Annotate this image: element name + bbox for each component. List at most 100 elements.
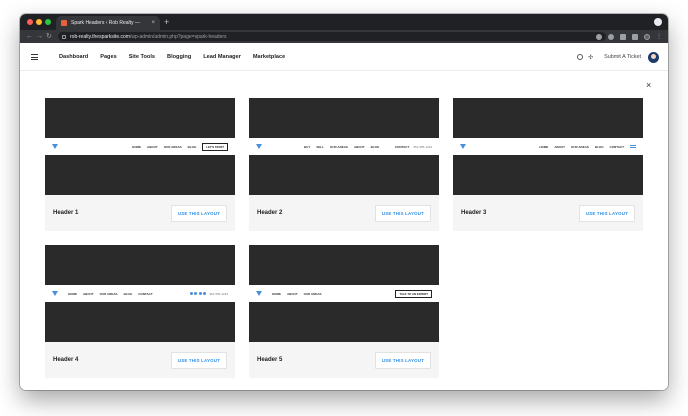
use-layout-button[interactable]: USE THIS LAYOUT bbox=[374, 351, 431, 369]
menu-item-pages[interactable]: Pages bbox=[100, 54, 116, 60]
use-layout-button[interactable]: USE THIS LAYOUT bbox=[170, 204, 227, 222]
logo-icon bbox=[460, 144, 466, 149]
preview-cta: LET'S START bbox=[202, 142, 228, 151]
preview-menu: BUY SELL OUR AREAS ABOUT BLOG bbox=[304, 145, 379, 149]
card-title: Header 3 bbox=[461, 210, 487, 216]
preview-menu-item: SELL bbox=[316, 144, 325, 149]
card-footer: Header 5 USE THIS LAYOUT bbox=[249, 342, 439, 378]
reload-icon[interactable]: ↻ bbox=[46, 32, 52, 41]
layout-preview: BUY SELL OUR AREAS ABOUT BLOG CONTACT 95… bbox=[249, 98, 439, 195]
tab-close-icon[interactable]: × bbox=[151, 20, 155, 26]
preview-menu-item: CONTACT bbox=[609, 144, 624, 149]
use-layout-button[interactable]: USE THIS LAYOUT bbox=[170, 351, 227, 369]
new-tab-button[interactable]: + bbox=[164, 16, 169, 28]
admin-top-nav: Dashboard Pages Site Tools Blogging Lead… bbox=[20, 43, 668, 71]
card-title: Header 4 bbox=[53, 357, 79, 363]
social-icon bbox=[189, 292, 193, 295]
hamburger-icon bbox=[630, 145, 636, 148]
menu-item-marketplace[interactable]: Marketplace bbox=[253, 54, 285, 60]
puzzle-icon[interactable] bbox=[632, 33, 638, 40]
tab-title: Spark Headers ‹ Rob Realty — bbox=[71, 20, 140, 26]
minimize-window-button[interactable] bbox=[36, 19, 42, 25]
card-footer: Header 1 USE THIS LAYOUT bbox=[45, 195, 235, 231]
card-footer: Header 2 USE THIS LAYOUT bbox=[249, 195, 439, 231]
preview-menu-item: HOME bbox=[68, 291, 77, 296]
forward-arrow-icon[interactable]: → bbox=[36, 32, 43, 41]
preview-menu-item: OUR AREAS bbox=[303, 291, 322, 296]
header-preview-strip: BUY SELL OUR AREAS ABOUT BLOG CONTACT 95… bbox=[249, 138, 439, 155]
preview-menu-item: CONTACT bbox=[394, 144, 410, 149]
close-icon[interactable]: × bbox=[646, 80, 651, 90]
preview-menu-item: BLOG bbox=[594, 144, 604, 149]
submit-ticket-link[interactable]: Submit A Ticket bbox=[604, 54, 641, 60]
globe-icon[interactable] bbox=[577, 54, 584, 60]
menu-item-dashboard[interactable]: Dashboard bbox=[59, 54, 88, 60]
logo-icon bbox=[256, 291, 262, 296]
close-window-button[interactable] bbox=[27, 19, 33, 25]
lock-icon bbox=[62, 34, 66, 39]
logo-icon bbox=[52, 291, 58, 296]
extension-icon[interactable] bbox=[608, 33, 614, 40]
preview-menu-item: BLOG bbox=[370, 144, 380, 149]
preview-menu-item: ABOUT bbox=[287, 291, 298, 296]
back-arrow-icon[interactable]: ← bbox=[26, 32, 33, 41]
preview-menu: HOME ABOUT OUR AREAS BLOG CONTACT bbox=[539, 145, 636, 149]
preview-menu-item: BLOG bbox=[123, 291, 133, 296]
bookmark-star-icon[interactable] bbox=[596, 33, 602, 40]
menu-item-lead-manager[interactable]: Lead Manager bbox=[203, 54, 241, 60]
preview-menu-item: ABOUT bbox=[554, 144, 565, 149]
logo-icon bbox=[256, 144, 262, 149]
preview-menu-item: BUY bbox=[304, 144, 311, 149]
layout-card-header-2: BUY SELL OUR AREAS ABOUT BLOG CONTACT 95… bbox=[249, 98, 439, 231]
layout-preview: HOME ABOUT OUR AREAS TALK TO AN EXPERT bbox=[249, 245, 439, 342]
preview-menu: HOME ABOUT OUR AREAS bbox=[272, 292, 322, 296]
card-title: Header 2 bbox=[257, 210, 283, 216]
maximize-window-button[interactable] bbox=[45, 19, 51, 25]
menu-item-blogging[interactable]: Blogging bbox=[167, 54, 191, 60]
menu-item-site-tools[interactable]: Site Tools bbox=[129, 54, 155, 60]
preview-menu-item: HOME bbox=[272, 291, 281, 296]
preview-menu-item: HOME bbox=[539, 144, 549, 149]
site-favicon-icon bbox=[61, 20, 67, 26]
browser-toolbar: ← → ↻ rob-realty.thesparksite.com/wp-adm… bbox=[20, 30, 668, 43]
card-footer: Header 3 USE THIS LAYOUT bbox=[453, 195, 643, 231]
browser-tab[interactable]: Spark Headers ‹ Rob Realty — × bbox=[56, 16, 160, 30]
header-preview-strip: HOME ABOUT OUR AREAS TALK TO AN EXPERT bbox=[249, 285, 439, 302]
preview-menu-item: OUR AREAS bbox=[570, 144, 589, 149]
header-preview-strip: HOME ABOUT OUR AREAS BLOG CONTACT bbox=[45, 285, 235, 302]
logo-icon bbox=[52, 144, 58, 149]
browser-menu-icon[interactable]: ⋮ bbox=[656, 33, 662, 40]
preview-menu-item: ABOUT bbox=[147, 144, 158, 149]
layout-card-header-1: HOME ABOUT OUR AREAS BLOG LET'S START He… bbox=[45, 98, 235, 231]
layout-card-header-3: HOME ABOUT OUR AREAS BLOG CONTACT Header… bbox=[453, 98, 643, 231]
tab-strip: Spark Headers ‹ Rob Realty — × + bbox=[20, 14, 668, 30]
preview-cta: TALK TO AN EXPERT bbox=[395, 289, 432, 298]
toolbar-actions: ⋮ bbox=[596, 32, 662, 41]
social-icon bbox=[203, 292, 207, 295]
hamburger-menu-icon[interactable] bbox=[31, 54, 38, 60]
preview-menu: HOME ABOUT OUR AREAS BLOG LET'S START bbox=[132, 142, 228, 151]
nav-right-actions: ✣ Submit A Ticket bbox=[577, 43, 659, 71]
preview-menu-item: OUR AREAS bbox=[163, 144, 182, 149]
preview-menu-item: OUR AREAS bbox=[330, 144, 348, 149]
layout-preview: HOME ABOUT OUR AREAS BLOG CONTACT bbox=[453, 98, 643, 195]
browser-window: Spark Headers ‹ Rob Realty — × + ← → ↻ r… bbox=[20, 14, 668, 390]
header-layout-picker: × HOME ABOUT OUR AREAS BLOG LET'S START bbox=[20, 72, 668, 390]
use-layout-button[interactable]: USE THIS LAYOUT bbox=[374, 204, 431, 222]
extension-icon[interactable] bbox=[620, 33, 626, 40]
profile-avatar-icon[interactable] bbox=[644, 33, 650, 40]
social-icon bbox=[198, 292, 202, 295]
profile-menu-icon[interactable] bbox=[654, 18, 662, 26]
preview-menu-item: ABOUT bbox=[353, 144, 365, 149]
preview-menu-item: OUR AREAS bbox=[99, 291, 118, 296]
tools-icon[interactable]: ✣ bbox=[588, 54, 593, 61]
use-layout-button[interactable]: USE THIS LAYOUT bbox=[578, 204, 635, 222]
preview-phone: 951-555-1234 bbox=[209, 291, 228, 296]
layout-preview: HOME ABOUT OUR AREAS BLOG CONTACT bbox=[45, 245, 235, 342]
url-path: /wp-admin/admin.php?page=spark-headers bbox=[129, 33, 227, 40]
layout-card-header-5: HOME ABOUT OUR AREAS TALK TO AN EXPERT H… bbox=[249, 245, 439, 378]
preview-menu-item: ABOUT bbox=[83, 291, 94, 296]
address-bar[interactable]: rob-realty.thesparksite.com/wp-admin/adm… bbox=[58, 32, 606, 41]
user-avatar[interactable] bbox=[648, 51, 659, 63]
preview-menu-item: CONTACT bbox=[138, 291, 153, 296]
